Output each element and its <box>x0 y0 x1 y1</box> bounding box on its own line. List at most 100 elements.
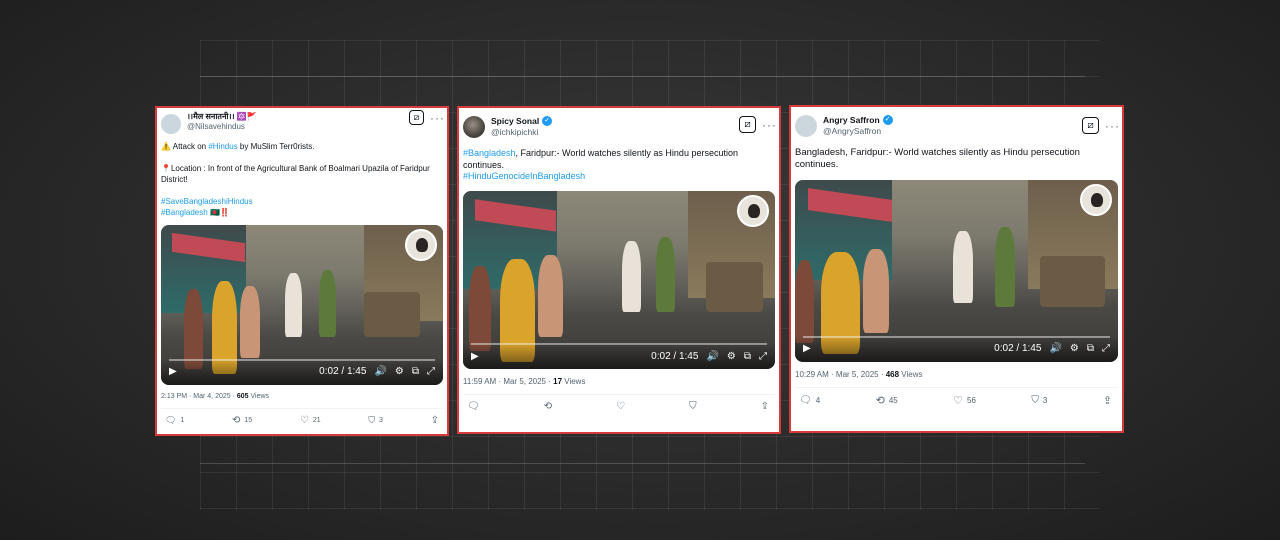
hashtag-link[interactable]: #Hindus <box>208 142 237 151</box>
bookmark-count: 3 <box>1042 395 1048 405</box>
more-options-icon[interactable]: ··· <box>430 111 445 125</box>
reply-button[interactable]: 🗨 <box>467 401 480 412</box>
share-icon: ⇪ <box>430 414 439 426</box>
tweet-header: ।।मैल सनातनी।। 🔯🚩 @Nilsavehindus ⧄ ··· <box>157 108 447 134</box>
views-count: 468 <box>885 369 900 379</box>
fullscreen-icon[interactable]: ⤢ <box>759 351 767 362</box>
display-name[interactable]: Angry Saffron <box>823 115 880 126</box>
settings-icon[interactable]: ⚙ <box>1070 343 1079 354</box>
hashtag-link[interactable]: #SaveBangladeshiHindus <box>161 197 443 207</box>
timestamp[interactable]: 11:59 AM · Mar 5, 2025 · <box>463 377 553 386</box>
video-player[interactable]: ▶ 0:02 / 1:45 🔊 ⚙ ⧉ ⤢ <box>795 179 1118 362</box>
tweet-meta: 10:29 AM · Mar 5, 2025 · 468 Views <box>791 362 1122 379</box>
verified-badge-icon: ✓ <box>882 115 893 126</box>
grok-icon[interactable]: ⧄ <box>409 110 424 125</box>
grok-icon[interactable]: ⧄ <box>1082 117 1099 134</box>
reply-count: 1 <box>180 416 185 424</box>
share-icon: ⇪ <box>1102 394 1112 407</box>
fullscreen-icon[interactable]: ⤢ <box>427 366 435 377</box>
more-options-icon[interactable]: ··· <box>762 118 777 132</box>
repost-count: 45 <box>888 395 898 405</box>
bookmark-icon: ⛉ <box>368 414 376 425</box>
video-player[interactable]: ▶ 0:02 / 1:45 🔊 ⚙ ⧉ ⤢ <box>161 224 443 385</box>
like-icon: ♡ <box>299 414 309 426</box>
tweet-text: Bangladesh, Faridpur:- World watches sil… <box>791 137 1122 172</box>
reply-button[interactable]: 🗨 4 <box>799 395 820 406</box>
fullscreen-icon[interactable]: ⤢ <box>1102 343 1110 354</box>
user-handle[interactable]: @Nilsavehindus <box>187 122 257 132</box>
hashtag-link[interactable]: #Bangladesh <box>463 148 516 158</box>
grid-line-top <box>200 76 1085 77</box>
like-button[interactable]: ♡ 56 <box>953 394 976 407</box>
popout-icon[interactable]: ⧉ <box>1087 343 1094 354</box>
repost-icon: ⟲ <box>543 401 553 413</box>
share-icon: ⇪ <box>760 401 769 413</box>
avatar[interactable] <box>161 114 181 134</box>
like-button[interactable]: ♡ 21 <box>300 415 321 426</box>
tweet-text-part: Attack on <box>172 142 209 151</box>
video-frame <box>795 179 1118 362</box>
share-button[interactable]: ⇪ <box>761 401 769 412</box>
display-name[interactable]: ।।मैल सनातनी।। 🔯🚩 <box>187 112 257 122</box>
reply-icon: 🗨 <box>799 394 812 406</box>
tweet-header: Angry Saffron ✓ @AngrySaffron ⧄ ··· <box>791 107 1122 137</box>
volume-icon[interactable]: 🔊 <box>706 351 718 362</box>
verified-badge-icon: ✓ <box>542 116 553 127</box>
popout-icon[interactable]: ⧉ <box>744 351 751 362</box>
bookmark-button[interactable]: ⛉ 3 <box>1031 395 1047 406</box>
like-button[interactable]: ♡ <box>616 401 625 412</box>
settings-icon[interactable]: ⚙ <box>395 366 404 377</box>
volume-icon[interactable]: 🔊 <box>1049 343 1061 354</box>
tweet-text: #Bangladesh, Faridpur:- World watches si… <box>459 138 779 183</box>
grok-icon[interactable]: ⧄ <box>739 116 756 133</box>
repost-button[interactable]: ⟲ 15 <box>232 415 252 426</box>
video-time: 0:02 / 1:45 <box>994 343 1042 355</box>
bookmark-button[interactable]: ⛉ <box>689 401 697 412</box>
timestamp[interactable]: 10:29 AM · Mar 5, 2025 · <box>795 370 886 379</box>
reply-button[interactable]: 🗨 1 <box>165 415 184 426</box>
user-handle[interactable]: @AngrySaffron <box>823 126 893 137</box>
hashtag-link[interactable]: #HinduGenocideInBangladesh <box>463 171 775 183</box>
more-options-icon[interactable]: ··· <box>1105 119 1120 133</box>
action-bar: 🗨 ⟲ ♡ ⛉ ⇪ <box>459 395 779 412</box>
share-button[interactable]: ⇪ <box>1103 394 1112 407</box>
video-overlay-avatar <box>1080 183 1112 216</box>
user-handle[interactable]: @ichkipichki <box>491 127 552 138</box>
views-label: Views <box>562 377 586 387</box>
like-icon: ♡ <box>616 401 626 413</box>
video-player[interactable]: ▶ 0:02 / 1:45 🔊 ⚙ ⧉ ⤢ <box>463 191 775 370</box>
video-time: 0:02 / 1:45 <box>319 366 367 378</box>
like-count: 21 <box>312 416 321 424</box>
reply-icon: 🗨 <box>165 414 177 425</box>
display-name[interactable]: Spicy Sonal <box>491 116 539 127</box>
tweet-meta: 2:13 PM · Mar 4, 2025 · 605 Views <box>157 385 447 400</box>
tweet-text: ⚠️ Attack on #Hindus by MuSlim Terr0rist… <box>157 134 447 218</box>
repost-icon: ⟲ <box>875 394 885 407</box>
flag-emoji: 🇧🇩‼️ <box>207 207 230 217</box>
video-overlay-avatar <box>405 228 437 261</box>
video-controls: ▶ 0:02 / 1:45 🔊 ⚙ ⧉ ⤢ <box>795 335 1118 362</box>
bookmark-button[interactable]: ⛉ 3 <box>368 415 383 426</box>
views-label: Views <box>899 369 923 379</box>
warning-emoji: ⚠️ <box>161 142 171 151</box>
share-button[interactable]: ⇪ <box>431 415 439 426</box>
repost-button[interactable]: ⟲ <box>544 401 552 412</box>
play-icon[interactable]: ▶ <box>803 343 811 354</box>
repost-count: 15 <box>244 416 253 424</box>
repost-button[interactable]: ⟲ 45 <box>876 394 898 407</box>
grid-line-bottom <box>200 463 1085 464</box>
play-icon[interactable]: ▶ <box>471 351 479 362</box>
timestamp[interactable]: 2:13 PM · Mar 4, 2025 · <box>161 393 237 400</box>
settings-icon[interactable]: ⚙ <box>727 351 736 362</box>
video-controls: ▶ 0:02 / 1:45 🔊 ⚙ ⧉ ⤢ <box>161 358 443 385</box>
location-text: 📍Location : In front of the Agricultural… <box>161 164 430 184</box>
volume-icon[interactable]: 🔊 <box>374 366 386 377</box>
avatar[interactable] <box>463 116 485 138</box>
avatar[interactable] <box>795 115 817 137</box>
tweet-text-part: by MuSlim Terr0rists. <box>237 142 315 151</box>
hashtag-link[interactable]: #Bangladesh <box>161 208 208 217</box>
play-icon[interactable]: ▶ <box>169 366 177 377</box>
popout-icon[interactable]: ⧉ <box>412 366 419 377</box>
like-icon: ♡ <box>953 394 964 407</box>
repost-icon: ⟲ <box>232 414 241 426</box>
